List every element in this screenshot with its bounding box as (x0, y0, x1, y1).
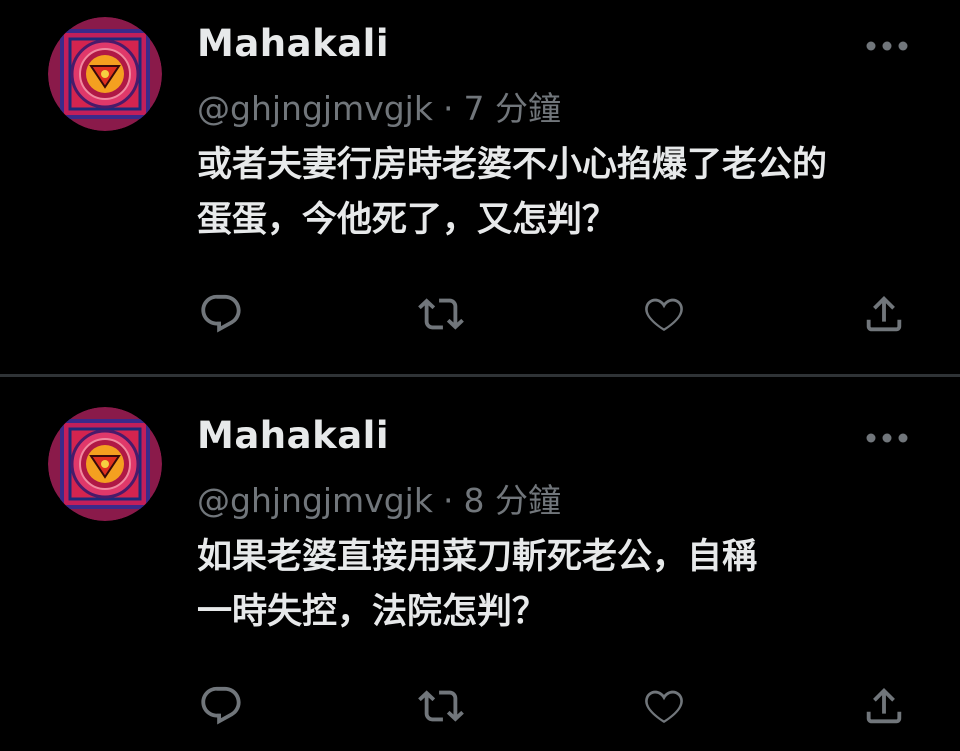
tweet-text-line: 蛋蛋，今他死了，又怎判？ (197, 200, 618, 240)
meta-separator: · (442, 481, 454, 520)
retweet-icon (418, 298, 464, 330)
author-handle[interactable]: @ghjngjmvgjk (197, 89, 433, 128)
yantra-avatar-image (48, 407, 162, 521)
meta-separator: · (442, 89, 454, 128)
avatar[interactable] (48, 407, 162, 521)
reply-button[interactable] (193, 286, 249, 342)
retweet-icon (418, 690, 464, 722)
tweet-divider (0, 374, 960, 377)
action-bar (0, 286, 960, 342)
timestamp[interactable]: 7 分鐘 (463, 89, 561, 128)
reply-icon (201, 294, 241, 333)
like-icon (645, 690, 683, 724)
tweet-text: 如果老婆直接用菜刀斬死老公，自稱 一時失控，法院怎判？ (197, 530, 917, 640)
timestamp[interactable]: 8 分鐘 (463, 481, 561, 520)
tweet-meta: @ghjngjmvgjk · 8 分鐘 (197, 474, 561, 522)
tweet-meta: @ghjngjmvgjk · 7 分鐘 (197, 82, 561, 130)
more-icon (866, 41, 908, 51)
share-button[interactable] (856, 286, 912, 342)
action-bar (0, 678, 960, 734)
tweet[interactable]: Mahakali @ghjngjmvgjk · 7 分鐘 或者夫妻行房時老婆不小心掐… (0, 0, 960, 374)
tweet-text-line: 或者夫妻行房時老婆不小心掐爆了老公的 (197, 145, 828, 185)
retweet-button[interactable] (413, 286, 469, 342)
reply-button[interactable] (193, 678, 249, 734)
like-button[interactable] (636, 678, 692, 734)
tweet-text-line: 一時失控，法院怎判？ (197, 592, 548, 632)
like-icon (645, 298, 683, 332)
tweet-text: 或者夫妻行房時老婆不小心掐爆了老公的 蛋蛋，今他死了，又怎判？ (197, 138, 917, 248)
tweet[interactable]: Mahakali @ghjngjmvgjk · 8 分鐘 如果老婆直接用菜刀斬死老公… (0, 378, 960, 751)
retweet-button[interactable] (413, 678, 469, 734)
share-icon (866, 687, 902, 724)
like-button[interactable] (636, 286, 692, 342)
yantra-avatar-image (48, 17, 162, 131)
more-button[interactable] (864, 428, 910, 448)
share-icon (866, 295, 902, 332)
reply-icon (201, 686, 241, 725)
author-name[interactable]: Mahakali (197, 22, 389, 65)
tweet-text-line: 如果老婆直接用菜刀斬死老公，自稱 (197, 537, 758, 577)
author-name[interactable]: Mahakali (197, 414, 389, 457)
more-button[interactable] (864, 36, 910, 56)
author-handle[interactable]: @ghjngjmvgjk (197, 481, 433, 520)
share-button[interactable] (856, 678, 912, 734)
avatar[interactable] (48, 17, 162, 131)
more-icon (866, 433, 908, 443)
